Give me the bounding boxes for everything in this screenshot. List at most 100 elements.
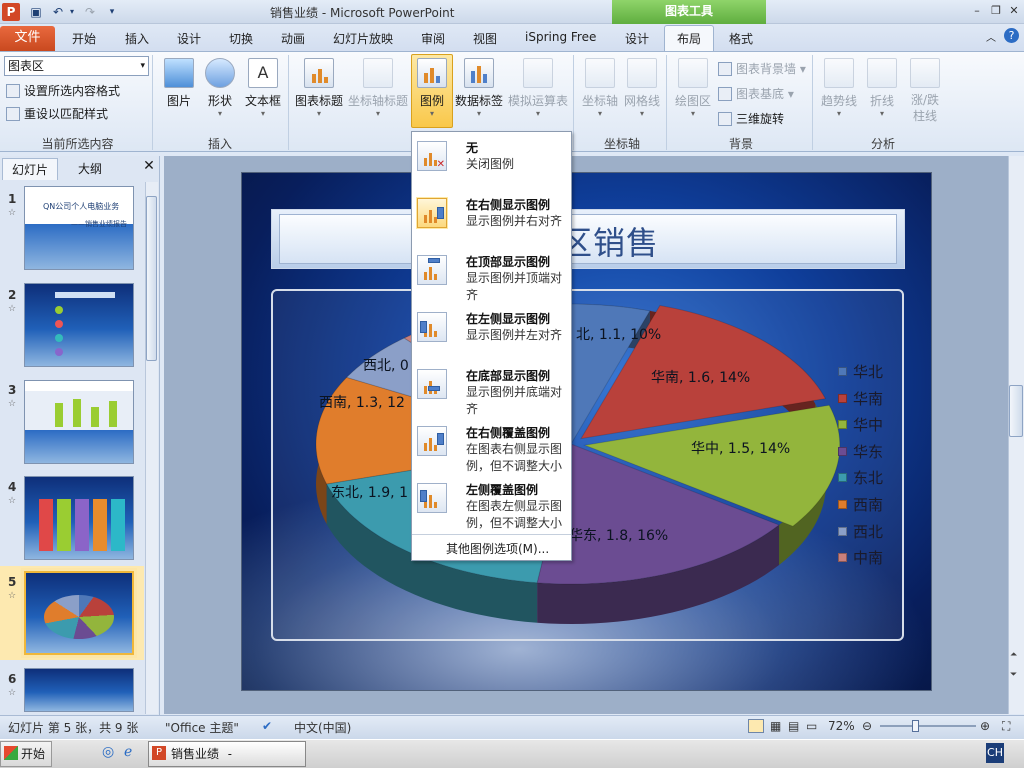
slide-title[interactable]: 区销售 bbox=[560, 218, 659, 264]
tab-chart-design[interactable]: 设计 bbox=[625, 30, 649, 47]
legend-option-2[interactable]: 在顶部显示图例 显示图例并顶端对齐 bbox=[412, 248, 571, 305]
legend-option-6[interactable]: 左侧覆盖图例 在图表左侧显示图例，但不调整大小 bbox=[412, 476, 571, 533]
axis-titles-button[interactable]: 坐标轴标题 ▾ bbox=[348, 58, 408, 118]
slide-thumbnail-5[interactable] bbox=[24, 571, 134, 655]
close-pane-icon[interactable]: ✕ bbox=[140, 158, 158, 178]
chart-wall-button[interactable]: 图表背景墙 ▾ bbox=[718, 60, 806, 77]
tab-view[interactable]: 视图 bbox=[473, 30, 497, 47]
reading-view-icon[interactable]: ▤ bbox=[788, 719, 799, 733]
tab-chart-layout[interactable]: 布局 bbox=[677, 30, 701, 47]
pie-data-label[interactable]: 华南, 1.6, 14% bbox=[651, 370, 750, 386]
slide-thumbnail-3[interactable] bbox=[24, 380, 134, 464]
tab-slideshow[interactable]: 幻灯片放映 bbox=[333, 30, 393, 47]
zoom-slider-knob[interactable] bbox=[912, 720, 919, 732]
pie-chart-svg[interactable]: 北, 1.1, 10% 华南, 1.6, 14% 华中, 1.5, 14% 华东, 1… bbox=[271, 289, 904, 641]
axes-button[interactable]: 坐标轴 ▾ bbox=[580, 58, 620, 118]
updown-bars-button[interactable]: 涨/跌 柱线 bbox=[904, 58, 946, 124]
fit-to-window-icon[interactable]: ⛶ bbox=[1002, 719, 1010, 734]
trendline-button[interactable]: 趋势线 ▾ bbox=[818, 58, 860, 118]
format-selection-button[interactable]: 设置所选内容格式 bbox=[6, 82, 120, 99]
undo-dropdown-icon[interactable]: ▾ bbox=[64, 4, 80, 20]
more-legend-options[interactable]: 其他图例选项(M)... bbox=[446, 540, 549, 557]
slide-thumbnail-2[interactable] bbox=[24, 283, 134, 367]
legend-entry[interactable]: 中南 bbox=[838, 548, 883, 575]
restore-icon[interactable]: ❐ bbox=[987, 2, 1005, 20]
legend-entry[interactable]: 西北 bbox=[838, 522, 883, 549]
customize-qat-icon[interactable]: ▾ bbox=[104, 4, 120, 20]
plot-area-button[interactable]: 绘图区 ▾ bbox=[672, 58, 714, 118]
zoom-out-icon[interactable]: ⊖ bbox=[862, 719, 872, 733]
legend-entry[interactable]: 华北 bbox=[838, 362, 883, 389]
workspace-scroll-thumb[interactable] bbox=[1009, 385, 1023, 437]
pie-data-label[interactable]: 东北, 1.9, 1 bbox=[331, 485, 408, 501]
slides-pane-scroll-thumb[interactable] bbox=[146, 196, 157, 361]
ie-browser-icon[interactable]: ℯ bbox=[124, 744, 132, 760]
tab-ispring[interactable]: iSpring Free bbox=[525, 30, 596, 44]
chart-element-select[interactable]: 图表区 ▾ bbox=[4, 56, 149, 76]
tab-review[interactable]: 审阅 bbox=[421, 30, 445, 47]
tab-transitions[interactable]: 切换 bbox=[229, 30, 253, 47]
theme-name[interactable]: "Office 主题" bbox=[165, 719, 239, 736]
slideshow-view-icon[interactable]: ▭ bbox=[806, 719, 817, 733]
gridlines-button[interactable]: 网格线 ▾ bbox=[622, 58, 662, 118]
tab-design[interactable]: 设计 bbox=[177, 30, 201, 47]
reset-style-icon bbox=[6, 107, 20, 121]
language-indicator[interactable]: 中文(中国) bbox=[294, 719, 351, 736]
close-icon[interactable]: ✕ bbox=[1005, 2, 1023, 20]
legend-entry[interactable]: 华南 bbox=[838, 389, 883, 416]
zoom-level[interactable]: 72% bbox=[828, 719, 855, 733]
3d-rotation-button[interactable]: 三维旋转 bbox=[718, 110, 784, 127]
tab-chart-format[interactable]: 格式 bbox=[729, 30, 753, 47]
spelling-check-icon[interactable]: ✔ bbox=[262, 719, 272, 733]
help-icon[interactable]: ? bbox=[1004, 28, 1019, 43]
legend-entry[interactable]: 东北 bbox=[838, 468, 883, 495]
pie-data-label[interactable]: 西北, 0 bbox=[363, 358, 409, 374]
zoom-in-icon[interactable]: ⊕ bbox=[980, 719, 990, 733]
legend-option-0[interactable]: ✕ 无关闭图例 bbox=[412, 134, 571, 191]
slide-sorter-icon[interactable]: ▦ bbox=[770, 719, 781, 733]
pie-data-label[interactable]: 华中, 1.5, 14% bbox=[691, 441, 790, 457]
redo-icon[interactable]: ↷ bbox=[82, 4, 98, 20]
legend-option-3[interactable]: 在左侧显示图例 显示图例并左对齐 bbox=[412, 305, 571, 362]
collapse-ribbon-icon[interactable]: ︿ bbox=[986, 29, 996, 44]
lines-button[interactable]: 折线 ▾ bbox=[862, 58, 902, 118]
data-labels-button[interactable]: 数据标签 ▾ bbox=[455, 58, 503, 118]
tab-insert[interactable]: 插入 bbox=[125, 30, 149, 47]
zoom-slider[interactable] bbox=[880, 725, 976, 727]
minimize-icon[interactable]: – bbox=[968, 2, 986, 20]
legend-entry[interactable]: 华中 bbox=[838, 415, 883, 442]
powerpoint-app-icon[interactable]: P bbox=[2, 3, 20, 21]
chart-legend[interactable]: 华北 华南 华中 华东 东北 西南 西北 中南 bbox=[838, 362, 883, 575]
taskbar-powerpoint-button[interactable]: 销售业绩 - Microsof... bbox=[148, 741, 306, 767]
chart-floor-button[interactable]: 图表基底 ▾ bbox=[718, 85, 794, 102]
ime-indicator[interactable]: CH bbox=[986, 743, 1004, 763]
pie-data-label[interactable]: 北, 1.1, 10% bbox=[576, 327, 661, 343]
save-icon[interactable]: ▣ bbox=[28, 4, 44, 20]
reset-style-button[interactable]: 重设以匹配样式 bbox=[6, 105, 108, 122]
legend-option-1[interactable]: 在右侧显示图例 显示图例并右对齐 bbox=[412, 191, 571, 248]
next-slide-icon[interactable]: ⏷ bbox=[1010, 670, 1017, 680]
tab-home[interactable]: 开始 bbox=[72, 30, 96, 47]
insert-picture-button[interactable]: 图片 bbox=[162, 58, 196, 109]
tab-outline[interactable]: 大纲 bbox=[62, 158, 118, 180]
legend-button-content[interactable]: 图例 ▾ bbox=[411, 58, 453, 118]
slide-thumbnail-4[interactable] bbox=[24, 476, 134, 560]
legend-entry[interactable]: 西南 bbox=[838, 495, 883, 522]
tab-animations[interactable]: 动画 bbox=[281, 30, 305, 47]
legend-entry[interactable]: 华东 bbox=[838, 442, 883, 469]
quick-launch-icon[interactable]: ◎ bbox=[102, 744, 114, 760]
slide-thumbnail-1[interactable]: QN公司个人电脑业务 ——销售业绩报告 bbox=[24, 186, 134, 270]
insert-shapes-button[interactable]: 形状 ▾ bbox=[203, 58, 237, 118]
legend-option-5[interactable]: 在右侧覆盖图例 在图表右侧显示图例，但不调整大小 bbox=[412, 419, 571, 476]
prev-slide-icon[interactable]: ⏶ bbox=[1010, 650, 1017, 660]
insert-textbox-button[interactable]: A 文本框 ▾ bbox=[242, 58, 284, 118]
pie-data-label[interactable]: 华东, 1.8, 16% bbox=[569, 528, 668, 544]
slide-thumbnail-6[interactable] bbox=[24, 668, 134, 712]
legend-option-4[interactable]: 在底部显示图例 显示图例并底端对齐 bbox=[412, 362, 571, 419]
tab-slides[interactable]: 幻灯片 bbox=[2, 158, 58, 180]
chart-title-button[interactable]: 图表标题 ▾ bbox=[294, 58, 344, 118]
tab-file[interactable]: 文件 bbox=[0, 26, 55, 51]
data-table-button[interactable]: 模拟运算表 ▾ bbox=[508, 58, 568, 118]
normal-view-icon[interactable] bbox=[748, 719, 764, 733]
pie-data-label[interactable]: 西南, 1.3, 12 bbox=[319, 395, 405, 411]
